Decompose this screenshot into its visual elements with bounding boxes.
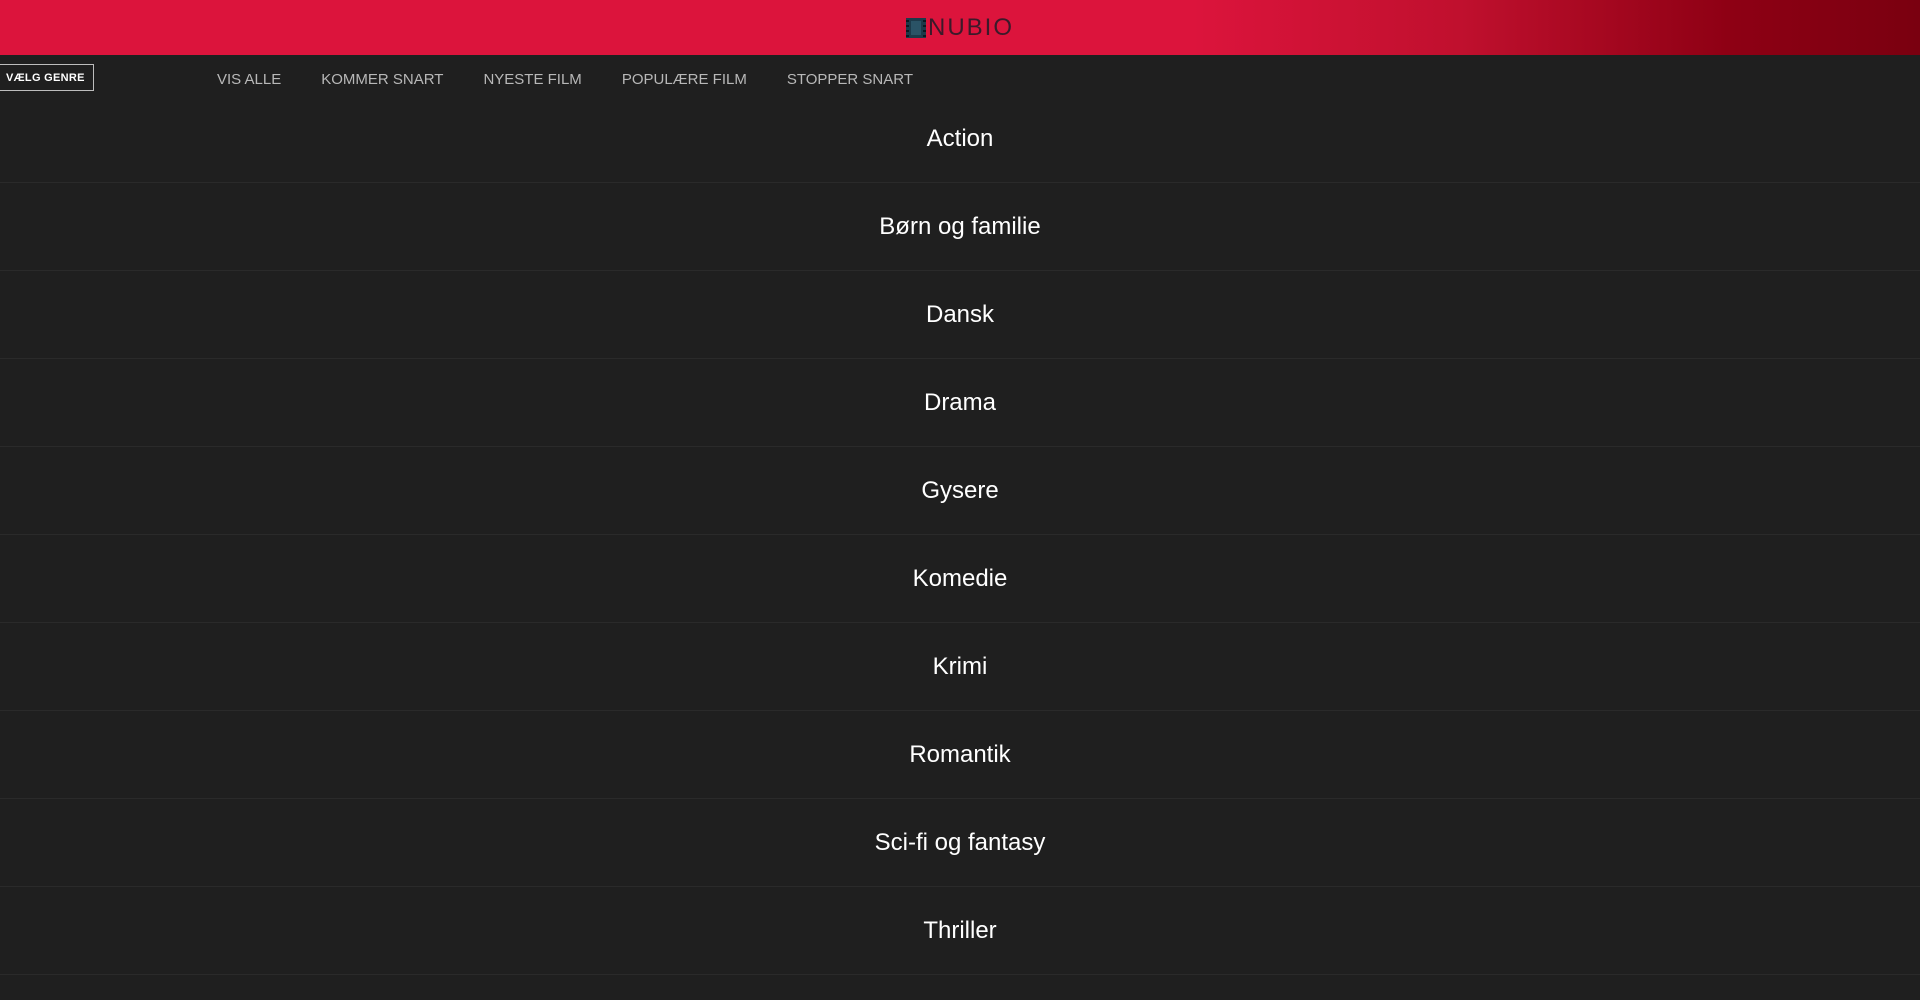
genre-label: Gysere [921, 476, 999, 504]
genre-item-action[interactable]: Action [0, 95, 1920, 183]
logo-text: NUBIO [927, 13, 1014, 41]
genre-label: Sci-fi og fantasy [874, 828, 1046, 856]
genre-item-romantik[interactable]: Romantik [0, 711, 1920, 799]
genre-item-komedie[interactable]: Komedie [0, 535, 1920, 623]
genre-label: Børn og familie [879, 212, 1041, 240]
choose-genre-button[interactable]: VÆLG GENRE [0, 64, 94, 91]
nav-link-populaere-film[interactable]: POPULÆRE FILM [622, 71, 747, 88]
genre-label: Action [926, 124, 994, 152]
film-strip-icon [905, 17, 926, 38]
nav-link-stopper-snart[interactable]: STOPPER SNART [787, 71, 913, 88]
genre-item-drama[interactable]: Drama [0, 359, 1920, 447]
genre-label: Krimi [932, 652, 988, 680]
genre-label: Komedie [912, 564, 1008, 592]
genre-list: Action Børn og familie Dansk Drama Gyser… [0, 95, 1920, 975]
main-navigation: VÆLG GENRE VIS ALLE KOMMER SNART NYESTE … [0, 55, 1920, 104]
genre-label: Romantik [909, 740, 1011, 768]
genre-item-thriller[interactable]: Thriller [0, 887, 1920, 975]
genre-label: Drama [923, 388, 996, 416]
genre-item-krimi[interactable]: Krimi [0, 623, 1920, 711]
genre-label: Dansk [925, 300, 995, 328]
nav-link-vis-alle[interactable]: VIS ALLE [217, 71, 281, 88]
nav-link-nyeste-film[interactable]: NYESTE FILM [483, 71, 581, 88]
home-logo-link[interactable]: NUBIO [905, 13, 1014, 41]
top-header-bar: NUBIO [0, 0, 1920, 55]
nav-link-kommer-snart[interactable]: KOMMER SNART [321, 71, 443, 88]
genre-item-gysere[interactable]: Gysere [0, 447, 1920, 535]
genre-item-sci-fi-og-fantasy[interactable]: Sci-fi og fantasy [0, 799, 1920, 887]
genre-label: Thriller [923, 916, 997, 944]
genre-item-dansk[interactable]: Dansk [0, 271, 1920, 359]
nav-links: VIS ALLE KOMMER SNART NYESTE FILM POPULÆ… [217, 55, 913, 104]
genre-item-boern-og-familie[interactable]: Børn og familie [0, 183, 1920, 271]
